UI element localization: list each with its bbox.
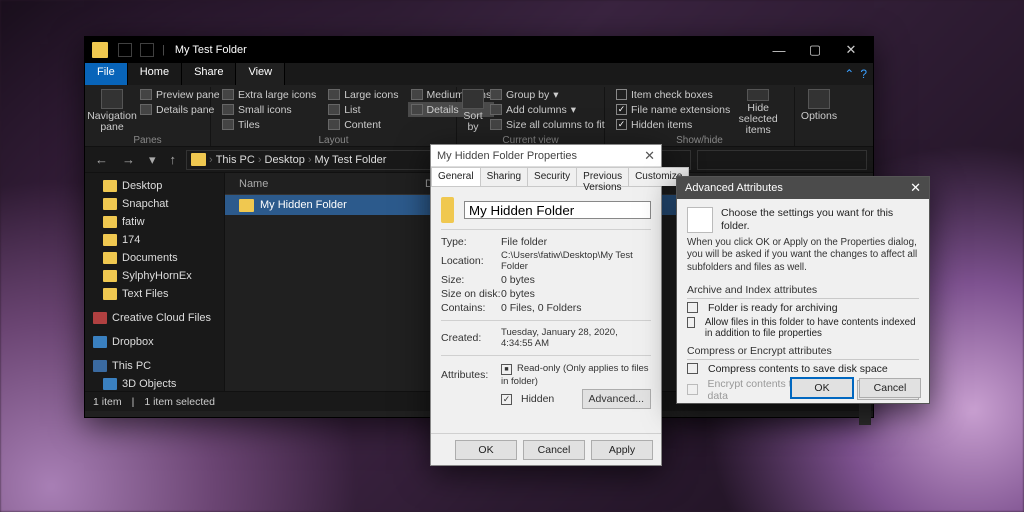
apply-button[interactable]: Apply	[591, 440, 653, 460]
advanced-button[interactable]: Advanced...	[582, 389, 651, 409]
ok-button[interactable]: OK	[455, 440, 517, 460]
titlebar[interactable]: | My Test Folder — ▢ ✕	[85, 37, 873, 63]
separator: |	[162, 44, 165, 56]
details-pane-button[interactable]: Details pane	[137, 102, 223, 117]
properties-dialog: My Hidden Folder Properties ✕ General Sh…	[430, 144, 662, 466]
group-label: Archive and Index attributes	[687, 284, 919, 299]
tree-item: fatiw	[85, 213, 224, 231]
layout-list[interactable]: List	[325, 102, 401, 117]
tab-view[interactable]: View	[236, 63, 285, 85]
folder-icon	[441, 197, 454, 223]
ribbon: Navigation pane Preview pane Details pan…	[85, 85, 873, 147]
layout-small[interactable]: Small icons	[219, 102, 319, 117]
dialog-titlebar[interactable]: My Hidden Folder Properties ✕	[431, 145, 661, 167]
qat-icon[interactable]	[140, 43, 154, 57]
dialog-titlebar[interactable]: Advanced Attributes ✕	[677, 177, 929, 199]
file-name-extensions-toggle[interactable]: File name extensions	[613, 102, 733, 117]
size-all-columns-button[interactable]: Size all columns to fit	[487, 117, 608, 132]
minimize-button[interactable]: —	[761, 37, 797, 63]
readonly-checkbox[interactable]	[501, 364, 512, 375]
tree-item: Desktop	[85, 177, 224, 195]
window-title: My Test Folder	[175, 44, 761, 56]
tree-item: 174	[85, 231, 224, 249]
tree-item: SylphyHornEx	[85, 267, 224, 285]
folder-icon	[239, 199, 254, 212]
tab-share[interactable]: Share	[182, 63, 236, 85]
folder-settings-icon	[687, 207, 713, 233]
dialog-title: My Hidden Folder Properties	[437, 150, 577, 162]
tab-general[interactable]: General	[431, 167, 481, 186]
tab-previous-versions[interactable]: Previous Versions	[576, 167, 629, 186]
back-button[interactable]: ←	[91, 152, 112, 167]
layout-extra-large[interactable]: Extra large icons	[219, 87, 319, 102]
ribbon-tabs: File Home Share View ⌃?	[85, 63, 873, 85]
archive-checkbox[interactable]	[687, 302, 698, 313]
forward-button[interactable]: →	[118, 152, 139, 167]
tree-item: Creative Cloud Files	[85, 309, 224, 327]
index-checkbox[interactable]	[687, 317, 695, 328]
tree-item: Dropbox	[85, 333, 224, 351]
group-label: Panes	[85, 135, 210, 146]
close-button[interactable]: ✕	[833, 37, 869, 63]
folder-icon	[92, 42, 108, 58]
cancel-button[interactable]: Cancel	[523, 440, 585, 460]
close-icon[interactable]: ✕	[910, 180, 921, 196]
layout-large[interactable]: Large icons	[325, 87, 401, 102]
cancel-button[interactable]: Cancel	[859, 378, 921, 398]
search-input[interactable]	[697, 150, 867, 170]
folder-icon	[191, 153, 206, 166]
tree-item: Snapchat	[85, 195, 224, 213]
sort-by-button[interactable]: Sort by	[462, 87, 484, 136]
ribbon-collapse-icon[interactable]: ⌃	[844, 67, 854, 81]
hidden-items-toggle[interactable]: Hidden items	[613, 117, 733, 132]
navigation-pane-button[interactable]: Navigation pane	[90, 87, 134, 136]
tree-item: This PC	[85, 357, 224, 375]
intro-text: When you click OK or Apply on the Proper…	[687, 237, 919, 274]
up-button[interactable]: ↑	[166, 152, 181, 167]
nav-tree[interactable]: Desktop Snapchat fatiw 174 Documents Syl…	[85, 173, 225, 391]
tab-file[interactable]: File	[85, 63, 128, 85]
preview-pane-button[interactable]: Preview pane	[137, 87, 223, 102]
ok-button[interactable]: OK	[791, 378, 853, 398]
tree-item: Text Files	[85, 285, 224, 303]
intro-text: Choose the settings you want for this fo…	[687, 207, 919, 233]
tab-sharing[interactable]: Sharing	[480, 167, 528, 186]
group-by-button[interactable]: Group by ▾	[487, 87, 608, 102]
hidden-checkbox[interactable]	[501, 394, 512, 405]
help-icon[interactable]: ?	[860, 67, 867, 81]
tab-home[interactable]: Home	[128, 63, 182, 85]
tree-item: Documents	[85, 249, 224, 267]
dialog-title: Advanced Attributes	[685, 182, 783, 194]
layout-content[interactable]: Content	[325, 117, 401, 132]
hide-selected-button[interactable]: Hide selected items	[736, 87, 780, 136]
tree-item: 3D Objects	[85, 375, 224, 391]
layout-tiles[interactable]: Tiles	[219, 117, 319, 132]
advanced-attributes-dialog: Advanced Attributes ✕ Choose the setting…	[676, 176, 930, 404]
add-columns-button[interactable]: Add columns ▾	[487, 102, 608, 117]
options-button[interactable]: Options	[800, 87, 838, 136]
tab-security[interactable]: Security	[527, 167, 577, 186]
qat-icon[interactable]	[118, 43, 132, 57]
dialog-tabs: General Sharing Security Previous Versio…	[431, 167, 661, 187]
chevron-down-icon[interactable]: ▾	[145, 152, 160, 168]
group-label: Compress or Encrypt attributes	[687, 345, 919, 360]
close-icon[interactable]: ✕	[644, 148, 655, 164]
folder-name-input[interactable]	[464, 201, 651, 219]
group-label: Layout	[211, 135, 456, 146]
item-check-boxes-toggle[interactable]: Item check boxes	[613, 87, 733, 102]
maximize-button[interactable]: ▢	[797, 37, 833, 63]
